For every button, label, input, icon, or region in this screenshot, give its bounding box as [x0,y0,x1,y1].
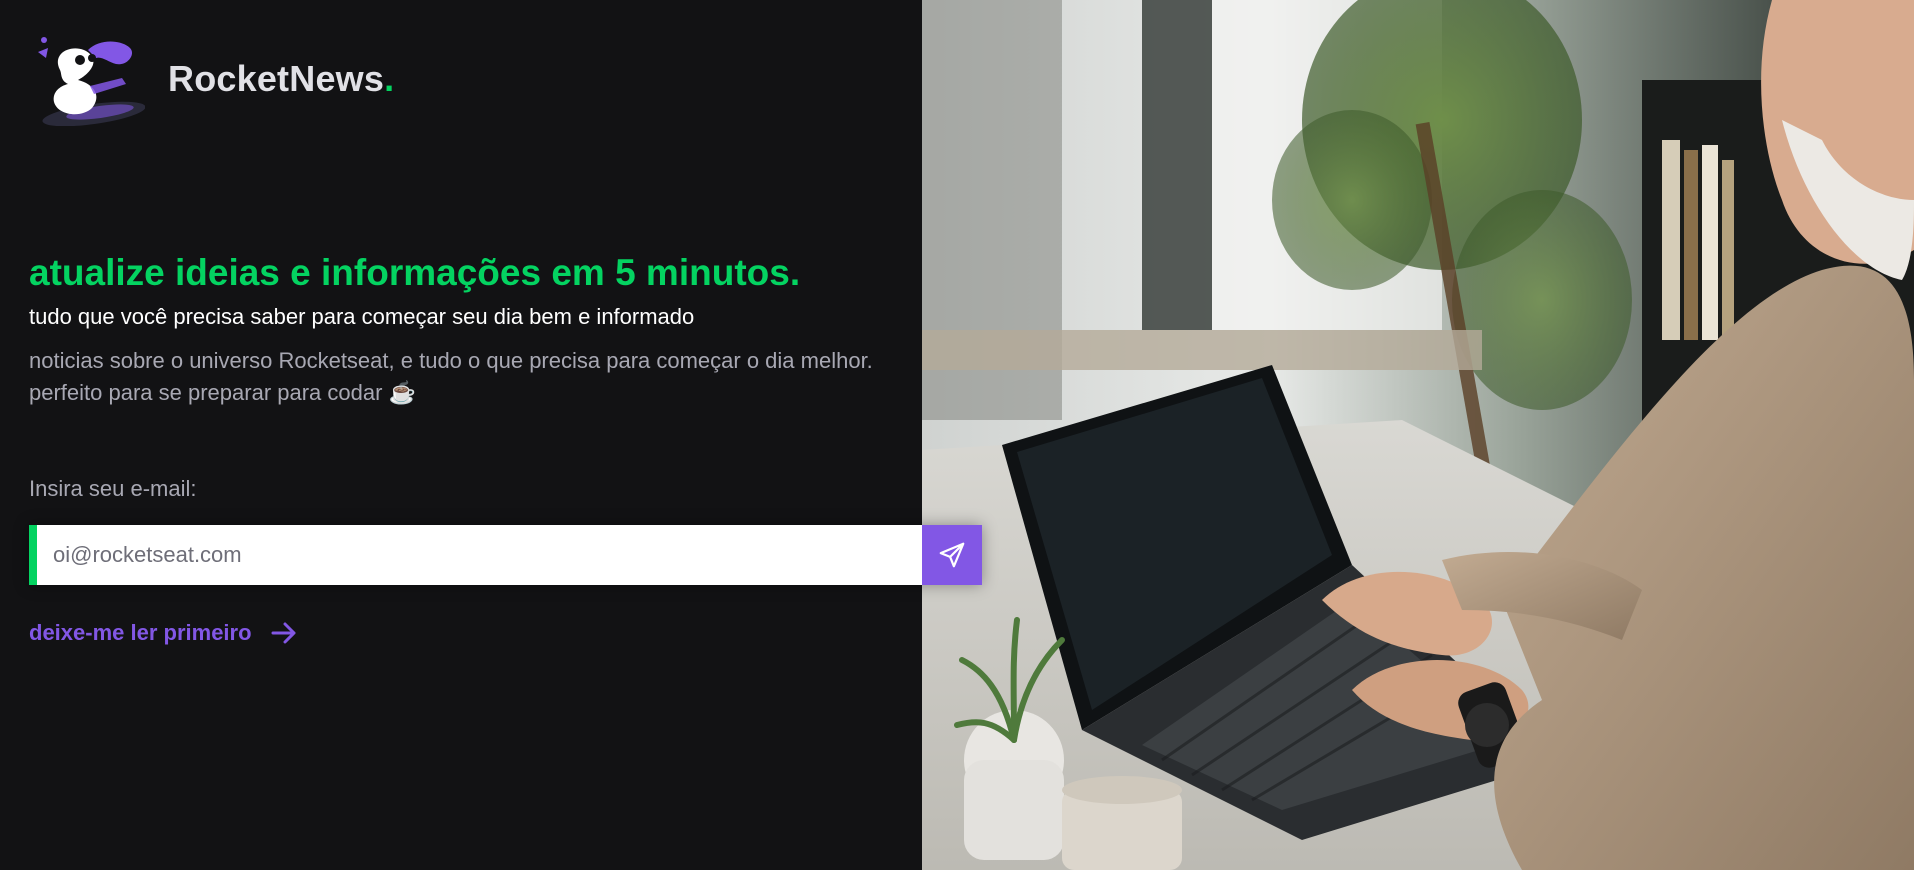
send-button[interactable] [922,525,982,585]
email-label: Insira seu e-mail: [29,476,197,501]
left-panel: RocketNews. atualize ideias e informaçõe… [0,0,922,870]
read-first-link[interactable]: deixe-me ler primeiro [29,620,298,646]
arrow-right-icon [271,622,296,644]
email-input[interactable] [37,525,922,585]
email-form [29,525,982,585]
paper-plane-icon [939,542,965,568]
rocket-mascot-logo [38,37,145,126]
read-first-label: deixe-me ler primeiro [29,620,252,645]
brand-dot: . [384,58,395,99]
hero-description: noticias sobre o universo Rocketseat, e … [29,348,873,405]
hero-subheadline: tudo que você precisa saber para começar… [29,304,695,329]
hero-photo [922,0,1914,870]
hero-headline: atualize ideias e informações em 5 minut… [29,252,801,293]
brand-name: RocketNews. [168,58,395,99]
person-at-laptop-photo [922,0,1914,870]
